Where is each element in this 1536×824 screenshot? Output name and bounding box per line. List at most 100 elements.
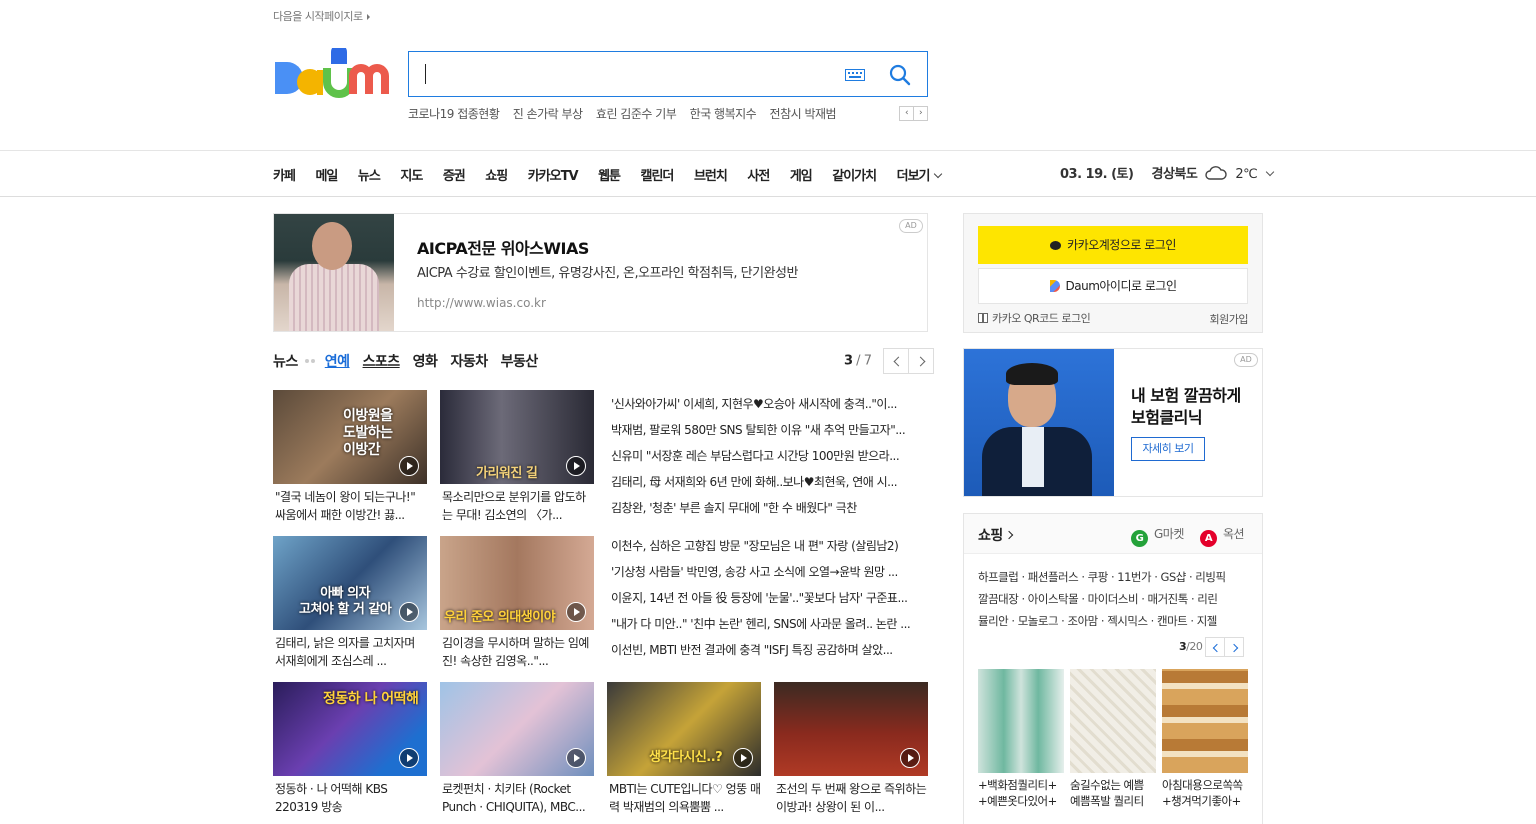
- trending-keywords: 코로나19 접종현황 진 손가락 부상 효린 김준수 기부 한국 행복지수 전참…: [408, 105, 928, 123]
- product-card[interactable]: +백화점퀄리티+ +예쁜옷다있어+: [978, 669, 1064, 809]
- shop-link-row[interactable]: 뮬리안 · 모놀로그 · 조아맘 · 젝시믹스 · 캔마트 · 지젤: [978, 610, 1252, 632]
- daum-logo[interactable]: [273, 48, 390, 100]
- login-box: 카카오계정으로 로그인 Daum아이디로 로그인 카카오 QR코드 로그인 회원…: [963, 213, 1263, 333]
- side-ad-more-button[interactable]: 자세히 보기: [1131, 437, 1205, 461]
- nav-item-map[interactable]: 지도: [400, 169, 423, 184]
- nav-item-kakaotv[interactable]: 카카오TV: [528, 169, 579, 184]
- nav-item-calendar[interactable]: 캘린더: [641, 169, 675, 184]
- news-thumb[interactable]: 생각다시신..?: [607, 682, 761, 776]
- product-image: [978, 669, 1064, 773]
- tab-sports[interactable]: 스포츠: [363, 354, 401, 370]
- news-thumb[interactable]: 정동하 나 어떡해: [273, 682, 427, 776]
- news-caption[interactable]: MBTI는 CUTE입니다♡ 엉뚱 매력 박재범의 의욕뿜뿜 ...: [607, 780, 761, 816]
- tab-entertainment[interactable]: 연예: [325, 354, 350, 370]
- product-name: 아침대용으로쏙쏙 +챙겨먹기좋아+: [1162, 778, 1243, 808]
- news-thumb[interactable]: 이방원을 도발하는 이방간: [273, 390, 427, 484]
- tab-realestate[interactable]: 부동산: [501, 354, 539, 370]
- headline-item[interactable]: 이천수, 심하은 고향집 방문 "장모님은 내 편" 자랑 (살림남2): [611, 533, 927, 559]
- product-card[interactable]: 아침대용으로쏙쏙 +챙겨먹기좋아+: [1162, 669, 1248, 809]
- play-icon: [399, 456, 419, 476]
- side-ad[interactable]: 내 보험 깔끔하게 보험클리닉 자세히 보기 AD: [963, 348, 1263, 497]
- headline-item[interactable]: "내가 다 미안.." '친中 논란' 헨리, SNS에 사과문 올려.. 논란…: [611, 611, 927, 637]
- shop-prev-button[interactable]: [1205, 637, 1226, 657]
- search-button[interactable]: [885, 61, 915, 89]
- thumb-overlay-text: 이방원을 도발하는 이방간: [343, 408, 393, 458]
- ad-banner[interactable]: AICPA전문 위아스WIAS AICPA 수강료 할인이벤트, 유명강사진, …: [273, 213, 928, 332]
- nav-item-news[interactable]: 뉴스: [358, 169, 381, 184]
- nav-item-shopping[interactable]: 쇼핑: [485, 169, 508, 184]
- shop-link-row[interactable]: 하프클럽 · 패션플러스 · 쿠팡 · 11번가 · GS샵 · 리빙픽: [978, 566, 1252, 588]
- nav-item-webtoon[interactable]: 웹툰: [598, 169, 621, 184]
- news-thumb[interactable]: [774, 682, 928, 776]
- shopping-header: 쇼핑 G G마켓 A 옥션: [964, 514, 1262, 554]
- product-card[interactable]: 숨길수없는 예쁨 예쁨폭발 퀄리티: [1070, 669, 1156, 809]
- nav-item-together[interactable]: 같이가치: [832, 169, 877, 184]
- headline-item[interactable]: '신사와아가씨' 이세희, 지현우♥오승아 새시작에 충격.."이...: [611, 391, 927, 417]
- news-thumb[interactable]: 아빠 의자 고쳐야 할 거 같아: [273, 536, 427, 630]
- headline-item[interactable]: '기상청 사람들' 박민영, 송강 사고 소식에 오열→윤박 원망 ...: [611, 559, 927, 585]
- news-thumb[interactable]: [440, 682, 594, 776]
- headline-list: '신사와아가씨' 이세희, 지현우♥오승아 새시작에 충격.."이... 박재범…: [611, 391, 927, 521]
- signup-link[interactable]: 회원가입: [1210, 311, 1249, 327]
- set-start-page-link[interactable]: 다음을 시작페이지로: [273, 8, 370, 24]
- gmarket-link[interactable]: G G마켓: [1131, 525, 1184, 547]
- auction-link[interactable]: A 옥션: [1200, 525, 1245, 547]
- news-caption[interactable]: 로켓펀치 · 치키타 (Rocket Punch · CHIQUITA), MB…: [440, 780, 594, 816]
- weather-widget[interactable]: 03. 19. (토) 경상북도 2℃: [1060, 163, 1275, 182]
- nav-item-dictionary[interactable]: 사전: [747, 169, 770, 184]
- tab-car[interactable]: 자동차: [450, 354, 488, 370]
- headline-item[interactable]: 신유미 "서장훈 레슨 부담스럽다고 시간당 100만원 받으라...: [611, 443, 927, 469]
- daum-login-button[interactable]: Daum아이디로 로그인: [978, 268, 1248, 304]
- shop-page-total: /20: [1186, 640, 1203, 653]
- headline-item[interactable]: 김태리, 母 서재희와 6년 만에 화해..보나♥최현욱, 연애 시...: [611, 469, 927, 495]
- headline-item[interactable]: 이윤지, 14년 전 아들 役 등장에 '눈물'.."꽃보다 남자' 구준표..…: [611, 585, 927, 611]
- nav-item-brunch[interactable]: 브런치: [694, 169, 728, 184]
- shop-next-button[interactable]: [1224, 637, 1245, 657]
- play-icon: [900, 748, 920, 768]
- weather-date: 03. 19. (토): [1060, 167, 1134, 182]
- tab-news[interactable]: 뉴스: [273, 354, 298, 370]
- headline-item[interactable]: 박재범, 팔로워 580만 SNS 탈퇴한 이유 "새 추억 만들고자"...: [611, 417, 927, 443]
- trending-keyword[interactable]: 진 손가락 부상: [513, 107, 583, 121]
- text-caret: [425, 64, 426, 84]
- nav-item-cafe[interactable]: 카페: [273, 169, 296, 184]
- trending-keyword[interactable]: 전참시 박재범: [770, 107, 837, 121]
- play-icon: [399, 602, 419, 622]
- headline-item[interactable]: 김창완, '청춘' 부른 솔지 무대에 "한 수 배웠다" 극찬: [611, 495, 927, 521]
- ad-badge: AD: [899, 219, 923, 233]
- news-thumb[interactable]: 우리 준오 의대생이야: [440, 536, 594, 630]
- trending-keyword[interactable]: 한국 행복지수: [690, 107, 757, 121]
- tab-movie[interactable]: 영화: [413, 354, 438, 370]
- news-prev-button[interactable]: [883, 348, 910, 374]
- nav-more-button[interactable]: 더보기: [897, 169, 941, 184]
- nav-item-mail[interactable]: 메일: [315, 169, 338, 184]
- ad-banner-url: http://www.wias.co.kr: [417, 296, 546, 310]
- trending-prev-button[interactable]: ‹: [899, 106, 914, 121]
- search-input[interactable]: [421, 60, 831, 88]
- shopping-title[interactable]: 쇼핑: [978, 525, 1012, 545]
- news-caption[interactable]: 김태리, 낡은 의자를 고치자며 서재희에게 조심스레 ...: [273, 634, 427, 670]
- news-thumb[interactable]: 가리워진 길: [440, 390, 594, 484]
- trending-keyword[interactable]: 코로나19 접종현황: [408, 107, 500, 121]
- trending-keyword[interactable]: 효린 김준수 기부: [596, 107, 677, 121]
- shopping-links: 하프클럽 · 패션플러스 · 쿠팡 · 11번가 · GS샵 · 리빙픽 깔끔대…: [978, 566, 1252, 632]
- qr-login-link[interactable]: 카카오 QR코드 로그인: [978, 310, 1091, 326]
- news-caption[interactable]: 조선의 두 번째 왕으로 즉위하는 이방과! 상왕이 된 이...: [774, 780, 928, 816]
- news-caption[interactable]: 목소리만으로 분위기를 압도하는 무대! 김소연의 〈가...: [440, 488, 594, 524]
- news-next-button[interactable]: [908, 348, 935, 374]
- thumb-overlay-text: 우리 준오 의대생이야: [444, 610, 556, 625]
- keyboard-icon[interactable]: [845, 69, 865, 81]
- headline-item[interactable]: 이선빈, MBTI 반전 결과에 충격 "ISFJ 특징 공감하며 살았...: [611, 637, 927, 663]
- news-caption[interactable]: 정동하 · 나 어떡해 KBS 220319 방송: [273, 780, 427, 816]
- trending-next-button[interactable]: ›: [913, 106, 928, 121]
- nav-item-game[interactable]: 게임: [790, 169, 813, 184]
- product-name: +백화점퀄리티+ +예쁜옷다있어+: [978, 778, 1057, 808]
- chevron-down-icon: [1266, 167, 1275, 177]
- kakao-login-button[interactable]: 카카오계정으로 로그인: [978, 226, 1248, 264]
- shop-link-row[interactable]: 깔끔대장 · 아이스탁몰 · 마이더스비 · 매거진톡 · 리린: [978, 588, 1252, 610]
- news-caption[interactable]: "결국 네놈이 왕이 되는구나!" 싸움에서 패한 이방간! 끓...: [273, 488, 427, 524]
- product-image: [1162, 669, 1248, 773]
- thumb-overlay-text: 아빠 의자 고쳐야 할 거 같아: [299, 586, 392, 617]
- news-caption[interactable]: 김이경을 무시하며 말하는 임예진! 속상한 김영옥.."...: [440, 634, 594, 670]
- nav-item-stock[interactable]: 증권: [443, 169, 466, 184]
